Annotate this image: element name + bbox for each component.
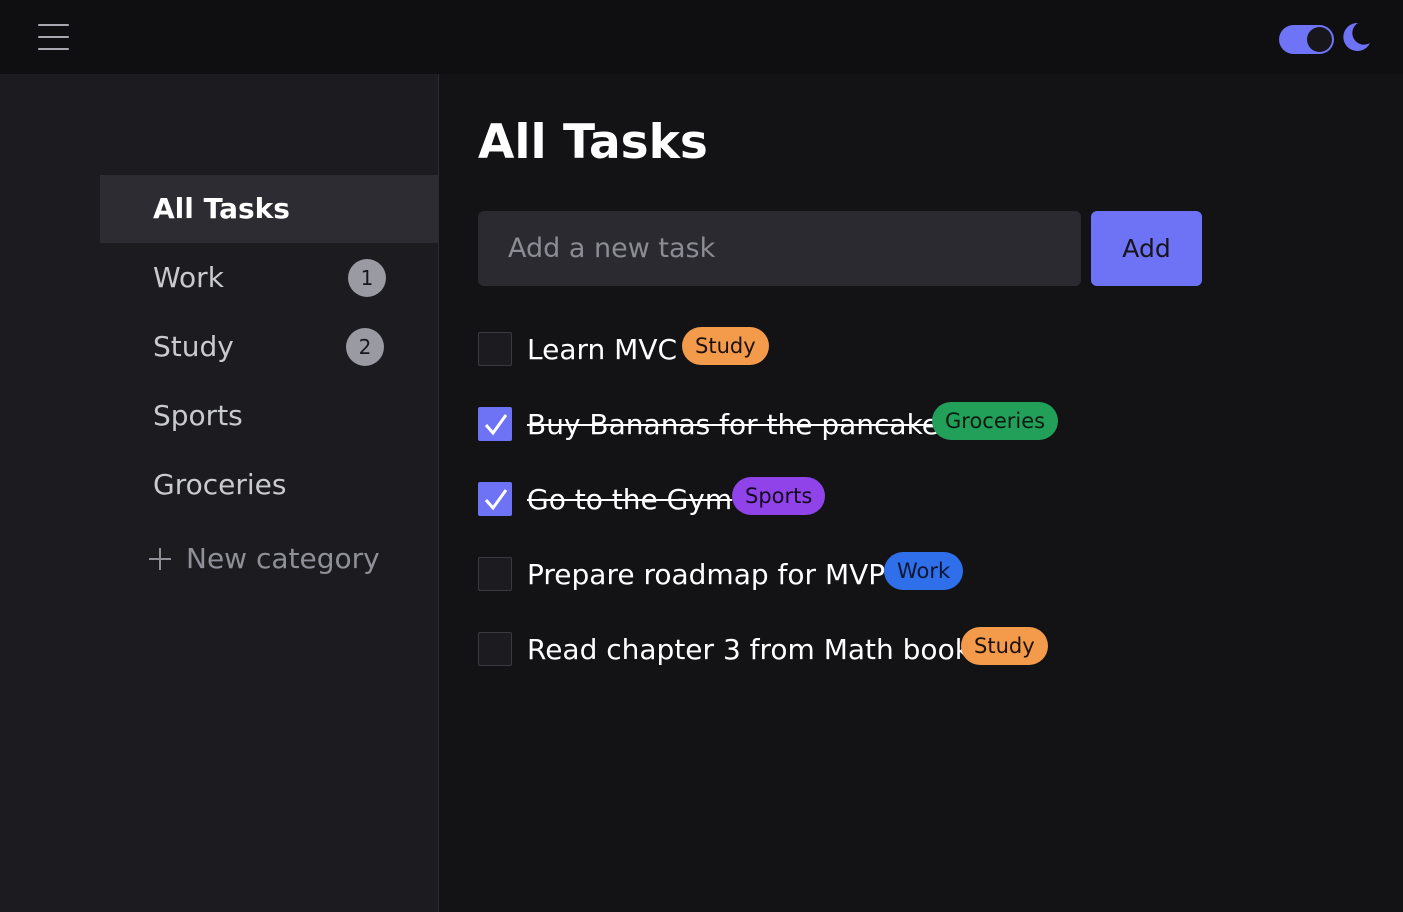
count-badge: 2 xyxy=(346,328,384,366)
add-task-button[interactable]: Add xyxy=(1091,211,1202,286)
sidebar-item-work[interactable]: Work 1 xyxy=(100,244,439,312)
sidebar-item-sports[interactable]: Sports xyxy=(100,382,439,450)
task-checkbox[interactable] xyxy=(478,407,512,441)
task-text: Prepare roadmap for MVP xyxy=(527,558,886,591)
sidebar-item-label: Sports xyxy=(153,399,243,432)
checkmark-icon xyxy=(484,414,508,436)
tag-study: Study xyxy=(961,627,1048,665)
sidebar-item-label: Work xyxy=(153,261,224,294)
toggle-knob xyxy=(1307,27,1332,52)
moon-icon[interactable] xyxy=(1343,22,1371,52)
count-badge: 1 xyxy=(348,259,386,297)
sidebar-item-label: All Tasks xyxy=(153,192,290,225)
sidebar-item-groceries[interactable]: Groceries xyxy=(100,451,439,519)
task-text: Buy Bananas for the pancakes xyxy=(527,408,954,441)
tag-study: Study xyxy=(682,327,769,365)
task-text: Read chapter 3 from Math book xyxy=(527,633,971,666)
top-bar xyxy=(0,0,1403,74)
task-text: Go to the Gym xyxy=(527,483,733,516)
sidebar-item-study[interactable]: Study 2 xyxy=(100,313,439,381)
new-task-input[interactable] xyxy=(478,211,1081,286)
task-text: Learn MVC xyxy=(527,333,678,366)
task-checkbox[interactable] xyxy=(478,332,512,366)
new-category-label: New category xyxy=(186,542,380,575)
tag-groceries: Groceries xyxy=(932,402,1059,440)
task-checkbox[interactable] xyxy=(478,557,512,591)
task-checkbox[interactable] xyxy=(478,482,512,516)
main-content: All Tasks Add Learn MVC Study Buy Banana… xyxy=(440,74,1403,912)
tag-work: Work xyxy=(884,552,964,590)
page-title: All Tasks xyxy=(478,115,708,170)
sidebar: All Tasks Work 1 Study 2 Sports Grocerie… xyxy=(0,74,439,912)
plus-icon xyxy=(149,548,171,570)
sidebar-item-label: Study xyxy=(153,330,234,363)
tag-sports: Sports xyxy=(732,477,826,515)
task-checkbox[interactable] xyxy=(478,632,512,666)
sidebar-item-all-tasks[interactable]: All Tasks xyxy=(100,175,439,243)
checkmark-icon xyxy=(484,489,508,511)
hamburger-menu-icon[interactable] xyxy=(38,24,69,50)
sidebar-item-label: Groceries xyxy=(153,468,287,501)
theme-toggle[interactable] xyxy=(1279,25,1334,54)
